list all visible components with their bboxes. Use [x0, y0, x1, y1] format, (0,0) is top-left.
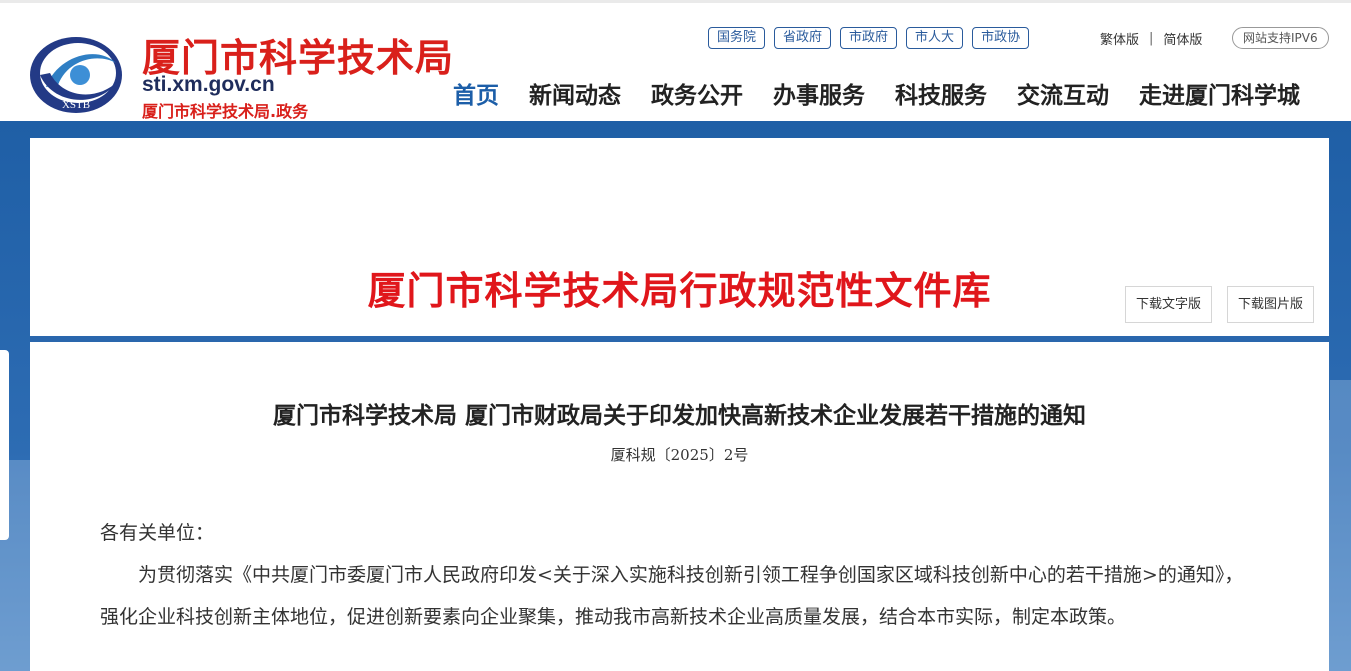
download-image-button[interactable]: 下载图片版: [1227, 286, 1315, 323]
link-state-council[interactable]: 国务院: [708, 27, 766, 49]
link-city-gov[interactable]: 市政府: [840, 27, 898, 49]
document-paragraph: 为贯彻落实《中共厦门市委厦门市人民政府印发<关于深入实施科技创新引领工程争创国家…: [100, 564, 1244, 628]
download-text-button[interactable]: 下载文字版: [1125, 286, 1213, 323]
document-panel: 厦门市科学技术局 厦门市财政局关于印发加快高新技术企业发展若干措施的通知 厦科规…: [30, 342, 1329, 671]
link-city-cppcc[interactable]: 市政协: [972, 27, 1030, 49]
nav-home[interactable]: 首页: [453, 79, 499, 113]
nav-services[interactable]: 办事服务: [773, 79, 865, 113]
document-salutation: 各有关单位：: [100, 522, 215, 544]
document-number: 厦科规〔2025〕2号: [610, 446, 749, 464]
side-scroll-tab[interactable]: [0, 350, 9, 540]
gov-links: 国务院 省政府 市政府 市人大 市政协: [708, 27, 1030, 49]
ipv6-badge: 网站支持IPV6: [1232, 27, 1329, 49]
site-header: XSTB 厦门市科学技术局 sti.xm.gov.cn 厦门市科学技术局.政务 …: [0, 0, 1351, 121]
link-provincial-gov[interactable]: 省政府: [774, 27, 832, 49]
main-nav: 首页 新闻动态 政务公开 办事服务 科技服务 交流互动 走进厦门科学城: [453, 79, 1300, 113]
document-title: 厦门市科学技术局 厦门市财政局关于印发加快高新技术企业发展若干措施的通知: [272, 402, 1086, 429]
lang-traditional-link[interactable]: 繁体版: [1100, 29, 1139, 48]
nav-news[interactable]: 新闻动态: [529, 79, 621, 113]
document-body: 各有关单位： 为贯彻落实《中共厦门市委厦门市人民政府印发<关于深入实施科技创新引…: [100, 512, 1260, 638]
link-city-npc[interactable]: 市人大: [906, 27, 964, 49]
site-domain: sti.xm.gov.cn: [142, 73, 275, 96]
nav-gov-affairs[interactable]: 政务公开: [651, 79, 743, 113]
nav-science-city[interactable]: 走进厦门科学城: [1139, 79, 1300, 113]
logo-text: XSTB: [62, 99, 90, 111]
banner-panel: 厦门市科学技术局行政规范性文件库 下载文字版 下载图片版: [30, 138, 1329, 336]
bureau-logo-icon[interactable]: XSTB: [28, 35, 124, 115]
lang-simplified-link[interactable]: 简体版: [1163, 29, 1202, 48]
nav-interaction[interactable]: 交流互动: [1017, 79, 1109, 113]
lang-separator: |: [1149, 31, 1154, 46]
nav-tech-services[interactable]: 科技服务: [895, 79, 987, 113]
language-switch: 繁体版 | 简体版: [1100, 29, 1202, 48]
site-subtitle: 厦门市科学技术局.政务: [142, 102, 309, 121]
